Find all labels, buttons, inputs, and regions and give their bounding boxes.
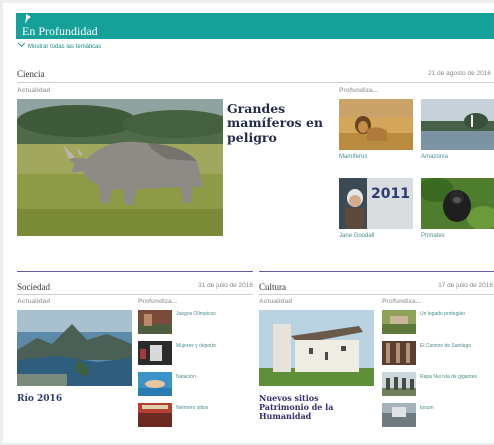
thumb-caption[interactable]: Jane Goodall	[339, 233, 374, 239]
header-title: En Profundidad	[22, 24, 98, 38]
thumb-ipsum[interactable]	[382, 403, 416, 427]
related-link[interactable]: El Camino de Santiago	[420, 343, 471, 349]
thumb-caption[interactable]: Amazonía	[421, 154, 448, 160]
thumb-caption[interactable]: Primates	[421, 233, 445, 239]
pin-icon	[25, 14, 31, 24]
actualidad-label: Actualidad	[17, 87, 51, 94]
thumb-jane-goodall[interactable]: 2011	[339, 178, 413, 229]
section-title-sociedad: Sociedad	[17, 282, 50, 292]
section-divider-top	[259, 271, 494, 272]
section-title-ciencia: Ciencia	[17, 69, 45, 79]
headline-line: peligro	[227, 129, 277, 145]
section-title-cultura: Cultura	[259, 282, 286, 292]
section-date-sociedad: 31 de julio de 2016	[198, 282, 253, 289]
headline-line: mamíferos en	[227, 115, 323, 131]
related-link[interactable]: Natación	[176, 374, 196, 380]
related-link[interactable]: Rapa Nui isla de gigantes	[420, 374, 477, 380]
svg-text:2011: 2011	[371, 186, 410, 202]
ronchamp-photo[interactable]	[259, 310, 374, 386]
section-divider	[17, 82, 494, 83]
profundiza-label: Profundiza...	[339, 87, 378, 94]
related-link[interactable]: Nérmero sitios	[176, 405, 208, 411]
chevron-down-icon	[17, 39, 26, 48]
thumb-amazonia[interactable]	[421, 99, 494, 150]
profundiza-label: Profundiza...	[382, 298, 421, 305]
related-link[interactable]: Ipsum	[420, 405, 434, 411]
headline-cultura[interactable]: Nuevos sitios Patrimonio de la Humanidad	[259, 393, 333, 422]
section-divider	[259, 294, 494, 295]
actualidad-label: Actualidad	[17, 298, 51, 305]
thumb-sitios[interactable]	[138, 403, 172, 427]
rio-photo[interactable]	[17, 310, 132, 386]
actualidad-label: Actualidad	[259, 298, 293, 305]
section-divider-top	[17, 271, 253, 272]
headline-sociedad[interactable]: Río 2016	[17, 394, 62, 404]
thumb-juegos-olimpicos[interactable]	[138, 310, 172, 334]
related-link[interactable]: Juegos Olímpicos	[176, 311, 216, 317]
thumb-caption[interactable]: Mamíferos	[339, 154, 367, 160]
thumb-mujeres-deporte[interactable]	[138, 341, 172, 365]
section-date-cultura: 17 de julio de 2016	[438, 282, 493, 289]
headline-ciencia[interactable]: Grandes mamíferos en peligro	[227, 101, 323, 145]
section-date-ciencia: 21 de agosto de 2016	[428, 70, 491, 77]
show-all-label: Mostrar todas las temáticas	[28, 44, 102, 50]
thumb-legado-protegido[interactable]	[382, 310, 416, 334]
section-divider	[17, 294, 253, 295]
page-sheet: En Profundidad Mostrar todas las temátic…	[3, 3, 494, 443]
related-link[interactable]: Mujeres y deporte	[176, 343, 216, 349]
headline-line: Grandes	[227, 101, 286, 116]
thumb-rapa-nui[interactable]	[382, 372, 416, 396]
thumb-mamiferos[interactable]	[339, 99, 413, 150]
section-header-bar: En Profundidad	[16, 13, 494, 39]
related-link[interactable]: Un legado protegido	[420, 311, 465, 317]
thumb-natacion[interactable]	[138, 372, 172, 396]
headline-line: Humanidad	[259, 411, 312, 422]
profundiza-label: Profundiza...	[138, 298, 177, 305]
rhino-photo[interactable]	[17, 99, 223, 236]
thumb-primates[interactable]	[421, 178, 494, 229]
show-all-topics-link[interactable]: Mostrar todas las temáticas	[17, 39, 102, 50]
thumb-camino-santiago[interactable]	[382, 341, 416, 365]
